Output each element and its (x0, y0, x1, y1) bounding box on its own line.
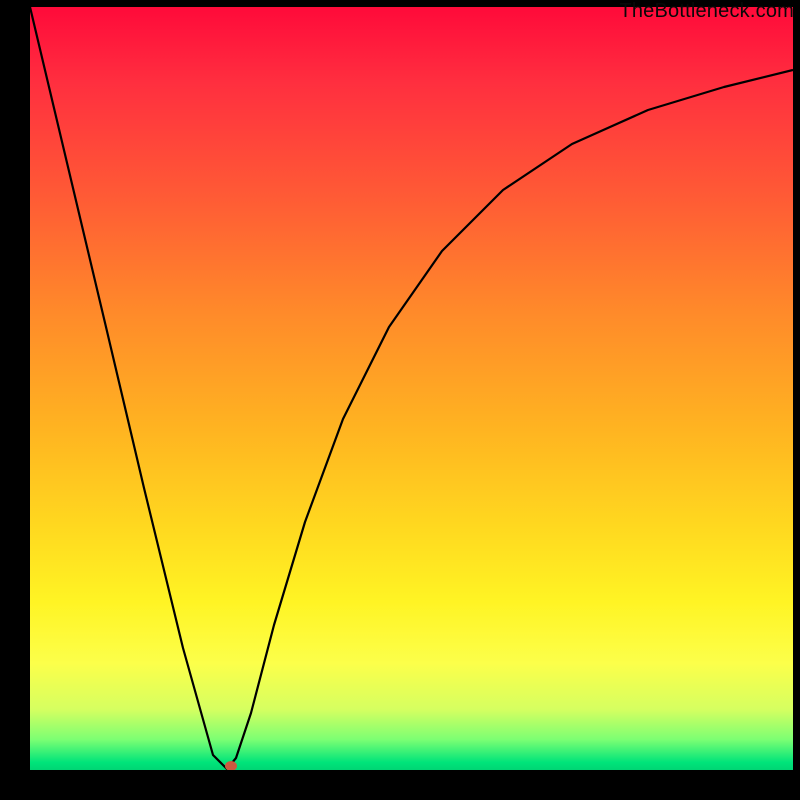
curve-svg (30, 7, 793, 770)
chart-frame: TheBottleneck.com (0, 0, 800, 800)
min-marker-icon (225, 761, 237, 770)
plot-area (30, 7, 793, 770)
bottleneck-curve (30, 7, 793, 769)
